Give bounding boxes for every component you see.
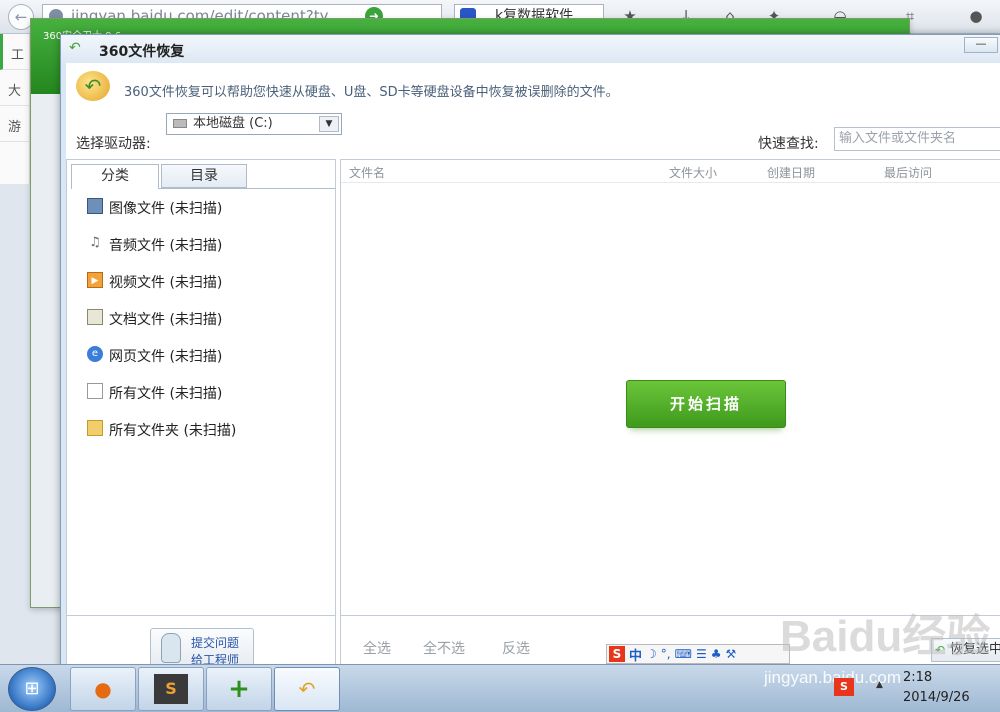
web-icon: e	[87, 346, 103, 362]
category-label: 音频文件 (未扫描)	[109, 238, 223, 254]
category-item-audio[interactable]: ♫ 音频文件 (未扫描)	[87, 235, 236, 272]
category-label: 文档文件 (未扫描)	[109, 312, 223, 328]
punctuation-icon[interactable]: °,	[661, 647, 671, 661]
bg-row: 游	[0, 106, 29, 142]
results-panel: 文件名 文件大小 创建日期 最后访问 开始扫描 全选 全不选 反选 ↶ 恢复选中	[340, 159, 1000, 669]
360-plus-icon: +	[228, 674, 250, 704]
recovery-logo-icon: ↶	[69, 40, 81, 56]
taskbar-firefox[interactable]: ●	[70, 667, 136, 711]
bg-row: 大	[0, 70, 29, 106]
category-label: 视频文件 (未扫描)	[109, 275, 223, 291]
window-body: ↶ 360文件恢复可以帮助您快速从硬盘、U盘、SD卡等硬盘设备中恢复被误删除的文…	[66, 63, 1000, 670]
category-item-web[interactable]: e 网页文件 (未扫描)	[87, 346, 236, 383]
submit-line-1: 提交问题	[191, 636, 240, 650]
ime-toolbar: S 中 ☽ °, ⌨ ☰ ♣ ⚒	[606, 644, 790, 664]
drive-label: 选择驱动器:	[76, 136, 151, 152]
window-title: 360文件恢复	[99, 44, 185, 60]
minimize-button[interactable]: —	[964, 37, 998, 53]
category-item-all-folders[interactable]: 所有文件夹 (未扫描)	[87, 420, 236, 457]
category-label: 图像文件 (未扫描)	[109, 201, 223, 217]
select-none-link[interactable]: 全不选	[423, 638, 465, 658]
select-all-link[interactable]: 全选	[363, 638, 391, 658]
taskbar-file-recovery[interactable]: ↶	[274, 667, 340, 711]
quick-search-label: 快速查找:	[758, 136, 819, 152]
background-page: 工 大 游	[0, 34, 30, 184]
file-icon	[87, 383, 103, 399]
drive-select[interactable]: 本地磁盘 (C:) ▼	[166, 113, 342, 135]
taskbar-sublime[interactable]: S	[138, 667, 204, 711]
video-icon: ▶	[87, 272, 103, 288]
left-footer-divider	[67, 615, 335, 616]
moon-icon[interactable]: ☽	[646, 647, 657, 661]
column-header-size[interactable]: 文件大小	[669, 164, 717, 181]
column-header-accessed[interactable]: 最后访问	[884, 164, 932, 181]
document-icon	[87, 309, 103, 325]
keyboard-icon[interactable]: ⌨	[675, 647, 692, 661]
shirt-icon[interactable]: ♣	[711, 647, 722, 661]
category-label: 所有文件 (未扫描)	[109, 386, 223, 402]
category-list: 图像文件 (未扫描) ♫ 音频文件 (未扫描) ▶ 视频文件 (未扫描) 文档文…	[87, 198, 236, 457]
chevron-down-icon[interactable]: ▼	[319, 116, 339, 132]
firefox-icon: ●	[94, 677, 112, 701]
header-divider	[341, 182, 1000, 183]
column-header-created[interactable]: 创建日期	[767, 164, 815, 181]
category-label: 网页文件 (未扫描)	[109, 349, 223, 365]
invert-selection-link[interactable]: 反选	[502, 638, 530, 658]
folder-icon	[87, 420, 103, 436]
wrench-icon[interactable]: ⚒	[725, 647, 736, 661]
tools-icon[interactable]: ☰	[696, 647, 707, 661]
category-item-document[interactable]: 文档文件 (未扫描)	[87, 309, 236, 346]
title-bar: ↶ 360文件恢复 —	[61, 35, 1000, 63]
recovery-icon: ↶	[76, 71, 110, 101]
drive-value: 本地磁盘 (C:)	[193, 116, 273, 131]
banner-text: 360文件恢复可以帮助您快速从硬盘、U盘、SD卡等硬盘设备中恢复被误删除的文件。	[124, 85, 619, 100]
quick-search-input[interactable]: 输入文件或文件夹名	[834, 127, 1000, 151]
windows-start-icon[interactable]: ⊞	[8, 667, 56, 711]
bg-row: 工	[0, 34, 29, 70]
clock-date[interactable]: 2014/9/26	[903, 690, 993, 705]
tab-divider	[159, 188, 335, 189]
recovery-icon: ↶	[298, 677, 316, 701]
tray-ime-icon[interactable]: S	[834, 678, 854, 696]
category-item-video[interactable]: ▶ 视频文件 (未扫描)	[87, 272, 236, 309]
sublime-icon: S	[154, 674, 188, 704]
ime-mode[interactable]: 中	[629, 645, 642, 664]
image-icon	[87, 198, 103, 214]
engineer-icon	[161, 633, 181, 663]
file-recovery-window: ↶ 360文件恢复 — ↶ 360文件恢复可以帮助您快速从硬盘、U盘、SD卡等硬…	[60, 34, 1000, 674]
drive-icon	[173, 119, 187, 128]
category-item-image[interactable]: 图像文件 (未扫描)	[87, 198, 236, 235]
start-scan-button[interactable]: 开始扫描	[626, 380, 786, 428]
music-note-icon: ♫	[89, 235, 101, 250]
column-header-filename[interactable]: 文件名	[349, 164, 385, 181]
tab-category[interactable]: 分类	[71, 164, 159, 189]
tab-directory[interactable]: 目录	[161, 164, 247, 188]
category-label: 所有文件夹 (未扫描)	[109, 423, 237, 439]
category-panel: 分类 目录 图像文件 (未扫描) ♫ 音频文件 (未扫描) ▶ 视频文件 (未扫…	[66, 159, 336, 670]
taskbar-360-safe[interactable]: +	[206, 667, 272, 711]
ie-icon[interactable]: ●	[966, 6, 986, 26]
clock-time[interactable]: 2:18	[903, 670, 993, 685]
sogou-icon[interactable]: S	[609, 646, 625, 662]
baidu-watermark-logo: Baidu经验	[780, 612, 991, 661]
category-item-all-files[interactable]: 所有文件 (未扫描)	[87, 383, 236, 420]
tray-expand-icon[interactable]: ▲	[876, 680, 883, 690]
